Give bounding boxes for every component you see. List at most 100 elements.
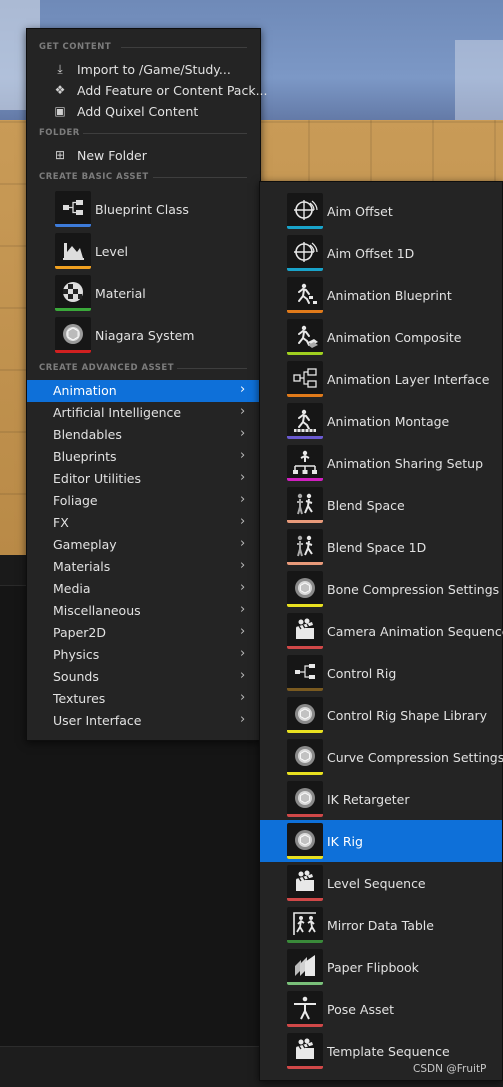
submenu-item-animation-sharing-setup[interactable]: Animation Sharing Setup — [260, 442, 502, 484]
submenu-item-curve-compression-settings[interactable]: Curve Compression Settings — [260, 736, 503, 778]
chevron-right-icon: › — [240, 470, 246, 485]
chevron-right-icon: › — [240, 492, 246, 507]
category-label: Blueprints — [53, 449, 117, 464]
section-header-folder: FOLDER — [39, 128, 80, 138]
category-foliage[interactable]: Foliage › — [27, 490, 260, 512]
menu-item-label: Import to /Game/Study... — [77, 62, 231, 77]
submenu-item-blend-space[interactable]: Blend Space — [260, 484, 502, 526]
submenu-item-label: Mirror Data Table — [327, 918, 434, 933]
chevron-right-icon: › — [240, 448, 246, 463]
menu-item-material[interactable]: Material — [27, 273, 260, 315]
category-textures[interactable]: Textures › — [27, 688, 260, 710]
category-label: Sounds — [53, 669, 99, 684]
category-label: Miscellaneous — [53, 603, 141, 618]
category-miscellaneous[interactable]: Miscellaneous › — [27, 600, 260, 622]
submenu-item-camera-animation-sequence[interactable]: Camera Animation Sequence — [260, 610, 503, 652]
chevron-right-icon: › — [240, 668, 246, 683]
category-media[interactable]: Media › — [27, 578, 260, 600]
submenu-item-ik-retargeter[interactable]: IK Retargeter — [260, 778, 502, 820]
menu-item-level[interactable]: Level — [27, 231, 260, 273]
context-menu: GET CONTENT ⤓ Import to /Game/Study... ❖… — [26, 28, 268, 741]
category-blendables[interactable]: Blendables › — [27, 424, 260, 446]
category-label: Editor Utilities — [53, 471, 142, 486]
asset-color-bar — [287, 898, 323, 901]
asset-color-bar — [287, 604, 323, 607]
submenu-item-aim-offset-1d[interactable]: Aim Offset 1D — [260, 232, 502, 274]
camera-animation-sequence-icon — [287, 613, 323, 649]
category-paper2d[interactable]: Paper2D › — [27, 622, 260, 644]
submenu-item-animation-layer-interface[interactable]: Animation Layer Interface — [260, 358, 502, 400]
category-label: Foliage — [53, 493, 98, 508]
submenu-item-ik-rig[interactable]: IK Rig — [260, 820, 502, 862]
submenu-item-animation-montage[interactable]: Animation Montage — [260, 400, 502, 442]
submenu-item-label: Control Rig Shape Library — [327, 708, 488, 723]
submenu-item-label: Bone Compression Settings — [327, 582, 500, 597]
asset-color-bar — [287, 772, 323, 775]
menu-item-import[interactable]: ⤓ Import to /Game/Study... — [27, 59, 260, 80]
menu-item-add-quixel[interactable]: ▣ Add Quixel Content — [27, 101, 260, 122]
chevron-right-icon: › — [240, 514, 246, 529]
submenu-item-animation-blueprint[interactable]: Animation Blueprint — [260, 274, 502, 316]
aim-offset-1d-icon — [287, 235, 323, 271]
asset-color-bar — [287, 1024, 323, 1027]
submenu-item-pose-asset[interactable]: Pose Asset — [260, 988, 502, 1030]
menu-item-add-feature-pack[interactable]: ❖ Add Feature or Content Pack... — [27, 80, 268, 101]
category-gameplay[interactable]: Gameplay › — [27, 534, 260, 556]
section-divider — [83, 133, 247, 134]
category-label: Paper2D — [53, 625, 106, 640]
category-blueprints[interactable]: Blueprints › — [27, 446, 260, 468]
submenu-item-control-rig[interactable]: Control Rig — [260, 652, 502, 694]
menu-item-niagara-system[interactable]: Niagara System — [27, 315, 260, 357]
asset-color-bar — [287, 940, 323, 943]
category-label: Physics — [53, 647, 100, 662]
blend-space-icon — [287, 487, 323, 523]
menu-item-new-folder[interactable]: ⊞ New Folder — [27, 145, 260, 166]
asset-color-bar — [55, 350, 91, 353]
category-sounds[interactable]: Sounds › — [27, 666, 260, 688]
submenu-item-control-rig-shape-library[interactable]: Control Rig Shape Library — [260, 694, 502, 736]
category-physics[interactable]: Physics › — [27, 644, 260, 666]
asset-color-bar — [287, 814, 323, 817]
chevron-right-icon: › — [240, 602, 246, 617]
submenu-item-label: Blend Space — [327, 498, 405, 513]
menu-item-label: Material — [95, 286, 146, 301]
category-fx[interactable]: FX › — [27, 512, 260, 534]
submenu-item-bone-compression-settings[interactable]: Bone Compression Settings — [260, 568, 502, 610]
submenu-item-label: Level Sequence — [327, 876, 426, 891]
animation-submenu: Aim Offset Aim Offset 1D Animation Bluepri… — [259, 181, 503, 1081]
category-animation[interactable]: Animation › — [27, 380, 260, 402]
category-artificial-intelligence[interactable]: Artificial Intelligence › — [27, 402, 260, 424]
asset-color-bar — [287, 268, 323, 271]
submenu-item-blend-space-1d[interactable]: Blend Space 1D — [260, 526, 502, 568]
asset-color-bar — [287, 982, 323, 985]
material-icon — [55, 275, 91, 311]
submenu-item-level-sequence[interactable]: Level Sequence — [260, 862, 502, 904]
animation-sharing-setup-icon — [287, 445, 323, 481]
category-label: Blendables — [53, 427, 122, 442]
menu-item-blueprint-class[interactable]: Blueprint Class — [27, 189, 260, 231]
submenu-item-mirror-data-table[interactable]: Mirror Data Table — [260, 904, 502, 946]
submenu-item-label: IK Retargeter — [327, 792, 410, 807]
chevron-right-icon: › — [240, 404, 246, 419]
submenu-item-paper-flipbook[interactable]: Paper Flipbook — [260, 946, 502, 988]
asset-color-bar — [287, 688, 323, 691]
asset-color-bar — [287, 310, 323, 313]
asset-color-bar — [287, 856, 323, 859]
chevron-right-icon: › — [240, 580, 246, 595]
category-label: Artificial Intelligence — [53, 405, 182, 420]
chevron-right-icon: › — [240, 712, 246, 727]
submenu-item-animation-composite[interactable]: Animation Composite — [260, 316, 502, 358]
submenu-item-label: Paper Flipbook — [327, 960, 419, 975]
control-rig-shape-library-icon — [287, 697, 323, 733]
content-pack-icon: ❖ — [54, 83, 66, 97]
asset-color-bar — [287, 562, 323, 565]
aim-offset-icon — [287, 193, 323, 229]
category-editor-utilities[interactable]: Editor Utilities › — [27, 468, 260, 490]
chevron-right-icon: › — [240, 646, 246, 661]
asset-color-bar — [287, 226, 323, 229]
asset-color-bar — [287, 1066, 323, 1069]
blueprint-class-icon — [55, 191, 91, 227]
category-user-interface[interactable]: User Interface › — [27, 710, 260, 732]
category-materials[interactable]: Materials › — [27, 556, 260, 578]
submenu-item-aim-offset[interactable]: Aim Offset — [260, 190, 502, 232]
